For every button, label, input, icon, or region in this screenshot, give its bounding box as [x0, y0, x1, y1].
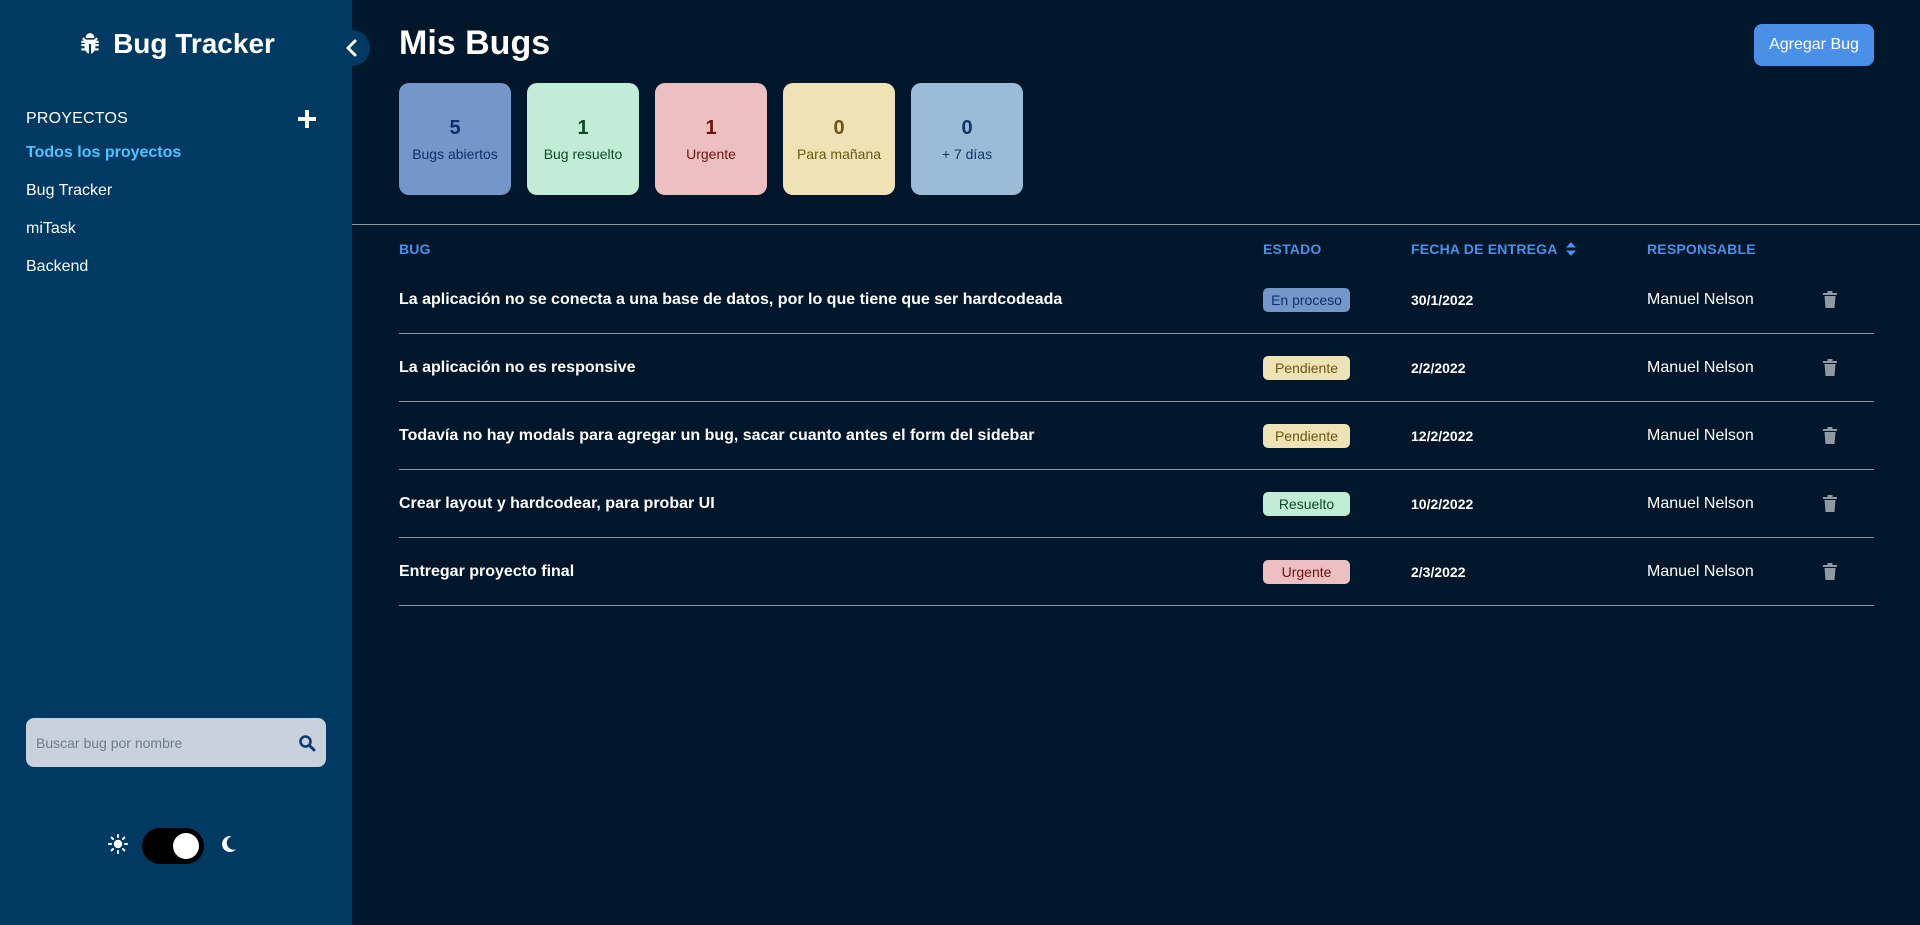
- bug-title[interactable]: Entregar proyecto final: [399, 563, 1263, 581]
- header-responsable: RESPONSABLE: [1647, 241, 1756, 257]
- table-body: La aplicación no se conecta a una base d…: [399, 266, 1874, 606]
- status-badge[interactable]: Pendiente: [1263, 355, 1350, 380]
- table-row[interactable]: Todavía no hay modals para agregar un bu…: [399, 402, 1874, 470]
- bug-title[interactable]: Todavía no hay modals para agregar un bu…: [399, 427, 1263, 445]
- bug-title[interactable]: La aplicación no se conecta a una base d…: [399, 291, 1263, 309]
- add-project-button[interactable]: [296, 108, 318, 130]
- toggle-knob: [173, 833, 199, 859]
- brand: Bug Tracker: [0, 28, 352, 60]
- search-icon[interactable]: [298, 734, 316, 752]
- stat-value: 0: [833, 116, 845, 139]
- due-date: 12/2/2022: [1411, 427, 1474, 444]
- chevron-left-icon: [346, 39, 357, 57]
- stat-card[interactable]: 0 Para mañana: [783, 83, 895, 195]
- stat-label: Bug resuelto: [543, 145, 623, 162]
- page-title: Mis Bugs: [399, 24, 551, 62]
- trash-icon[interactable]: [1823, 426, 1839, 445]
- sidebar-project-item[interactable]: Bug Tracker: [26, 181, 181, 219]
- stat-value: 1: [577, 116, 589, 139]
- status-badge[interactable]: En proceso: [1263, 287, 1350, 312]
- stat-label: Urgente: [686, 145, 736, 162]
- stat-card[interactable]: 1 Bug resuelto: [527, 83, 639, 195]
- due-date: 30/1/2022: [1411, 291, 1474, 308]
- stat-card[interactable]: 0 + 7 días: [911, 83, 1023, 195]
- header-bug: BUG: [399, 241, 431, 257]
- add-bug-button[interactable]: Agregar Bug: [1754, 24, 1874, 66]
- bug-table: BUG ESTADO FECHA DE ENTREGA RESPONSABLE …: [399, 238, 1874, 606]
- stat-label: Bugs abiertos: [412, 145, 498, 162]
- stat-card[interactable]: 5 Bugs abiertos: [399, 83, 511, 195]
- stat-label: + 7 días: [941, 145, 993, 162]
- bug-title[interactable]: Crear layout y hardcodear, para probar U…: [399, 495, 1263, 513]
- status-badge[interactable]: Urgente: [1263, 559, 1350, 584]
- search-box: [26, 718, 326, 767]
- header-estado: ESTADO: [1263, 241, 1322, 257]
- status-badge[interactable]: Resuelto: [1263, 491, 1350, 516]
- collapse-sidebar-button[interactable]: [334, 30, 370, 66]
- brand-title: Bug Tracker: [113, 28, 275, 59]
- assignee: Manuel Nelson: [1647, 426, 1754, 444]
- theme-switcher: [108, 828, 238, 864]
- stat-value: 1: [705, 116, 717, 139]
- stat-value: 0: [961, 116, 973, 139]
- main-content: Mis Bugs Agregar Bug 5 Bugs abiertos 1 Bug …: [352, 0, 1920, 925]
- bug-title[interactable]: La aplicación no es responsive: [399, 359, 1263, 377]
- sidebar-project-item[interactable]: Todos los proyectos: [26, 143, 181, 181]
- project-list: Todos los proyectos Bug Tracker miTask Back…: [26, 143, 181, 295]
- assignee: Manuel Nelson: [1647, 358, 1754, 376]
- sidebar-project-item[interactable]: miTask: [26, 219, 181, 257]
- trash-icon[interactable]: [1823, 562, 1839, 581]
- sort-icon[interactable]: [1565, 242, 1576, 256]
- table-row[interactable]: Crear layout y hardcodear, para probar U…: [399, 470, 1874, 538]
- stat-value: 5: [449, 116, 461, 139]
- trash-icon[interactable]: [1823, 494, 1839, 513]
- bug-icon: [77, 31, 103, 57]
- sidebar-project-item[interactable]: Backend: [26, 257, 181, 295]
- sidebar: Bug Tracker PROYECTOS Todos los proyecto…: [0, 0, 352, 925]
- projects-label: PROYECTOS: [26, 110, 128, 127]
- table-row[interactable]: La aplicación no es responsive Pendiente 2…: [399, 334, 1874, 402]
- due-date: 2/3/2022: [1411, 563, 1466, 580]
- assignee: Manuel Nelson: [1647, 494, 1754, 512]
- trash-icon[interactable]: [1823, 358, 1839, 377]
- trash-icon[interactable]: [1823, 290, 1839, 309]
- stat-label: Para mañana: [796, 145, 882, 162]
- sun-icon: [108, 833, 128, 859]
- table-row[interactable]: Entregar proyecto final Urgente 2/3/2022 Ma…: [399, 538, 1874, 606]
- table-row[interactable]: La aplicación no se conecta a una base d…: [399, 266, 1874, 334]
- stats-row: 5 Bugs abiertos 1 Bug resuelto 1 Urgente 0 Para…: [399, 83, 1023, 195]
- table-header: BUG ESTADO FECHA DE ENTREGA RESPONSABLE: [399, 238, 1874, 260]
- theme-toggle[interactable]: [142, 828, 204, 864]
- due-date: 2/2/2022: [1411, 359, 1466, 376]
- assignee: Manuel Nelson: [1647, 290, 1754, 308]
- header-fecha[interactable]: FECHA DE ENTREGA: [1411, 241, 1647, 257]
- stat-card[interactable]: 1 Urgente: [655, 83, 767, 195]
- divider: [352, 224, 1920, 225]
- status-badge[interactable]: Pendiente: [1263, 423, 1350, 448]
- search-input[interactable]: [36, 734, 298, 751]
- due-date: 10/2/2022: [1411, 495, 1474, 512]
- header-fecha-label: FECHA DE ENTREGA: [1411, 241, 1558, 257]
- projects-header: PROYECTOS: [26, 108, 318, 130]
- plus-icon: [298, 110, 316, 128]
- assignee: Manuel Nelson: [1647, 562, 1754, 580]
- moon-icon: [218, 834, 238, 859]
